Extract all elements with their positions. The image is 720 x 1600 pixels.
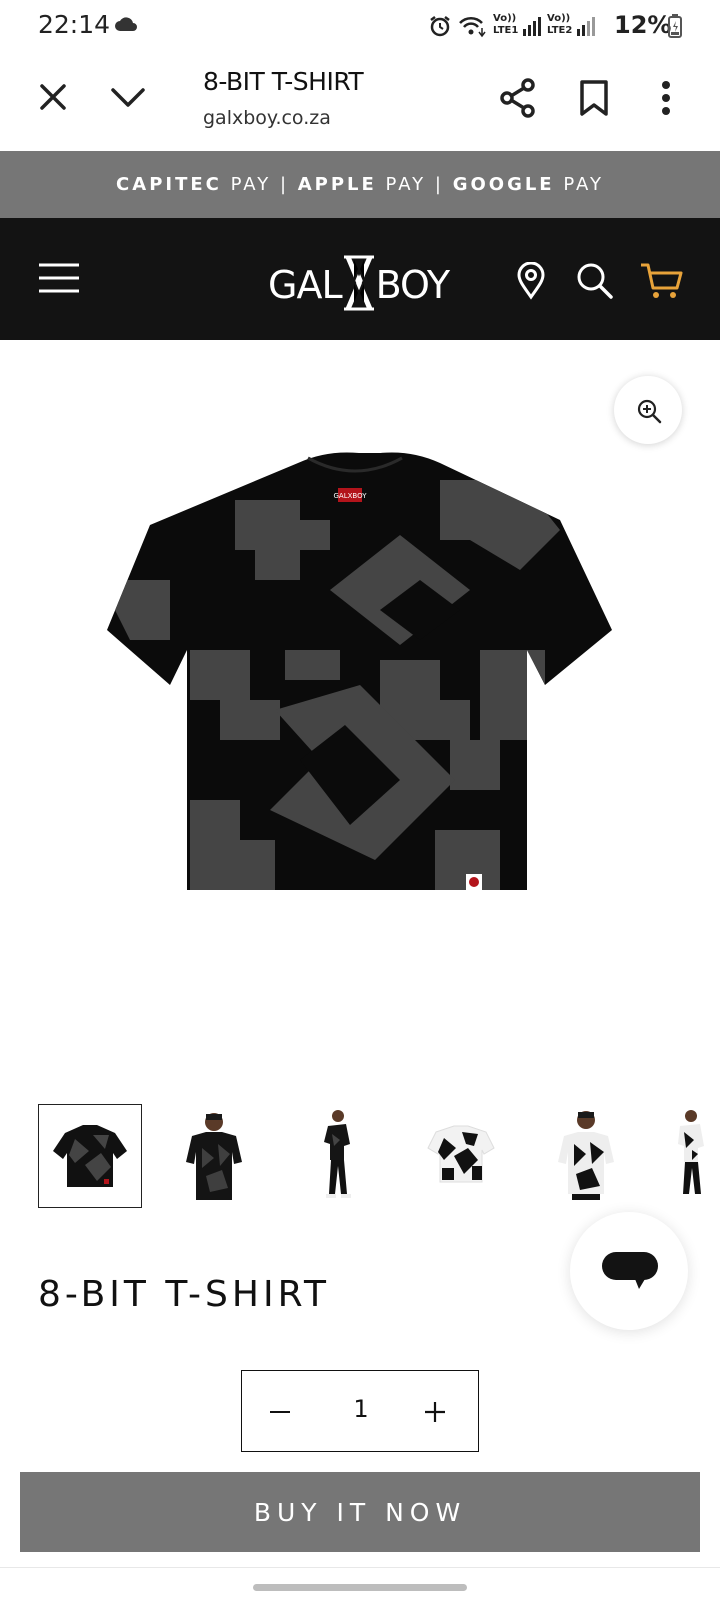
- page-title: 8-BIT T-SHIRT: [203, 67, 364, 96]
- payment-methods-banner: CAPITEC PAY | APPLE PAY | GOOGLE PAY: [0, 151, 720, 218]
- thumbnail-image: [53, 1125, 127, 1187]
- thumbnail-tee-white-flat[interactable]: [410, 1104, 514, 1208]
- minus-icon[interactable]: [269, 1401, 291, 1423]
- cloud-icon: [115, 17, 137, 31]
- product-title: 8-BIT T-SHIRT: [38, 1274, 330, 1315]
- buy-it-now-button[interactable]: BUY IT NOW: [20, 1472, 700, 1552]
- close-icon[interactable]: [38, 82, 68, 112]
- page-url[interactable]: galxboy.co.za: [203, 107, 331, 129]
- search-icon[interactable]: [576, 262, 614, 300]
- cart-icon[interactable]: [640, 262, 684, 300]
- chevron-down-icon[interactable]: [110, 84, 146, 110]
- thumbnail-image: [678, 1110, 704, 1194]
- logo-left: GAL: [268, 263, 343, 307]
- gesture-home-bar[interactable]: [253, 1584, 467, 1591]
- site-logo[interactable]: GAL BOY: [268, 254, 450, 312]
- share-icon[interactable]: [499, 78, 537, 118]
- thumbnail-tee-black-flat[interactable]: [38, 1104, 142, 1208]
- thumbnail-image: [324, 1110, 351, 1198]
- quantity-stepper: 1: [241, 1370, 479, 1452]
- promo-google-bold: GOOGLE: [452, 174, 555, 195]
- promo-google-rest: PAY: [554, 174, 604, 195]
- thumbnail-model-side-white[interactable]: [658, 1104, 720, 1208]
- status-time: 22:14: [38, 10, 111, 39]
- zoom-button[interactable]: [614, 376, 682, 444]
- zoom-in-icon: [637, 399, 662, 424]
- browser-toolbar: [0, 50, 720, 153]
- sim1-type: LTE1: [493, 25, 519, 36]
- logo-x-mark: [343, 255, 374, 311]
- shirt-neck-label: GALXBOY: [334, 492, 368, 500]
- battery-percent: 12%: [614, 11, 672, 39]
- promo-separator: |: [271, 174, 298, 195]
- divider: [0, 1567, 720, 1568]
- plus-icon[interactable]: [423, 1400, 447, 1424]
- promo-capitec-bold: CAPITEC: [116, 174, 222, 195]
- bookmark-icon[interactable]: [579, 79, 609, 117]
- logo-right: BOY: [375, 263, 450, 307]
- thumbnail-image: [186, 1113, 242, 1200]
- location-pin-icon[interactable]: [516, 262, 546, 300]
- more-vert-icon[interactable]: [660, 80, 672, 116]
- battery-charging-icon: [668, 14, 682, 38]
- sim2-type: LTE2: [547, 25, 573, 36]
- thumbnail-image: [427, 1125, 495, 1183]
- alarm-icon: [430, 16, 450, 37]
- sim1-volte: Vo)): [493, 13, 517, 24]
- quantity-value[interactable]: 1: [346, 1395, 376, 1423]
- promo-separator: |: [426, 174, 453, 195]
- product-main-image[interactable]: GALXBOY: [0, 440, 720, 940]
- wifi-icon: [459, 16, 486, 38]
- sim2-volte: Vo)): [547, 13, 571, 24]
- thumbnail-model-front-black[interactable]: [162, 1104, 266, 1208]
- promo-apple-bold: APPLE: [297, 174, 377, 195]
- promo-capitec-rest: PAY: [221, 174, 272, 195]
- signal-icon: [523, 17, 541, 36]
- menu-icon[interactable]: [38, 262, 80, 294]
- signal-icon: [577, 17, 595, 36]
- thumbnail-model-side-black[interactable]: [286, 1104, 390, 1208]
- thumbnail-image: [558, 1111, 614, 1200]
- promo-apple-rest: PAY: [376, 174, 427, 195]
- chat-button[interactable]: [570, 1212, 688, 1330]
- thumbnail-model-front-white[interactable]: [534, 1104, 638, 1208]
- chat-bubble-icon: [602, 1252, 658, 1289]
